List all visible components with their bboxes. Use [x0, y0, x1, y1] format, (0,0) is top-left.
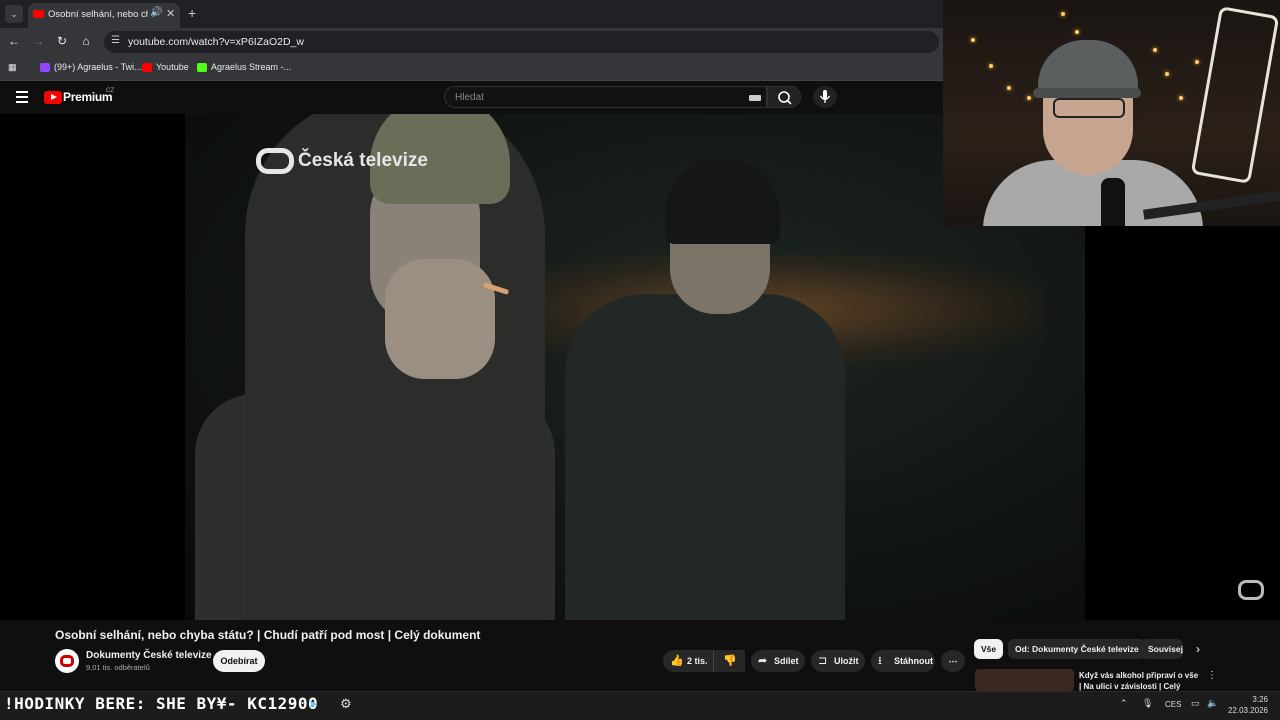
fairy-light	[1179, 96, 1183, 100]
search-icon	[778, 91, 792, 105]
speaker-icon[interactable]: 🔊	[150, 7, 162, 18]
bookmark-item[interactable]: Youtube	[142, 62, 189, 73]
chevron-right-icon[interactable]: ›	[1196, 642, 1200, 656]
site-info-icon[interactable]: ☰	[111, 35, 120, 46]
twitch-icon	[40, 63, 50, 73]
browser-tab-active[interactable]: Osobní selhání, nebo chyba státu? | Chud…	[28, 3, 180, 28]
share-icon: ➦	[758, 655, 768, 667]
network-icon[interactable]: ▭	[1191, 698, 1200, 709]
close-tab-icon[interactable]: ✕	[166, 7, 175, 20]
subscribe-button[interactable]: Odebírat	[213, 650, 265, 672]
steam-icon[interactable]: ➤	[308, 697, 318, 711]
bookmark-icon: ⊐	[818, 655, 828, 667]
channel-avatar[interactable]	[55, 649, 79, 673]
address-bar[interactable]: ☰ youtube.com/watch?v=xP6IZaO2D_w	[104, 31, 939, 53]
chair	[1190, 6, 1280, 184]
forward-icon[interactable]: →	[30, 34, 46, 48]
more-actions-button[interactable]: ⋯	[941, 650, 965, 672]
thumbs-up-icon: 👍	[670, 655, 684, 667]
download-icon: ⭳	[878, 655, 882, 667]
chip-all[interactable]: Vše	[974, 639, 1004, 659]
clock-date: 22.03.2026	[1227, 706, 1268, 715]
tray-chevron-icon[interactable]: ⌃	[1120, 698, 1128, 709]
youtube-logo-icon[interactable]	[44, 91, 62, 104]
fairy-light	[1027, 96, 1031, 100]
fairy-light	[1007, 86, 1011, 90]
fairy-light	[989, 64, 993, 68]
cap-brim	[1033, 88, 1141, 98]
bookmark-label: (99+) Agraelus - Twi...	[54, 62, 142, 72]
fairy-light	[1153, 48, 1157, 52]
more-vertical-icon[interactable]: ⋮	[1207, 670, 1217, 681]
fairy-light	[1195, 60, 1199, 64]
volume-icon[interactable]: 🔈	[1207, 698, 1218, 709]
app-icon[interactable]: ⚙	[340, 696, 352, 712]
video-title: Osobní selhání, nebo chyba státu? | Chud…	[55, 628, 481, 642]
system-clock[interactable]: 3:26 22.03.2026	[1222, 694, 1268, 716]
bookmarks-bar: ▦ (99+) Agraelus - Twi... Youtube Agrael…	[0, 56, 943, 81]
bookmark-item[interactable]: Agraelus Stream -...	[197, 62, 292, 73]
webcam-overlay	[943, 0, 1280, 226]
more-icon: ⋯	[948, 656, 958, 666]
recommended-thumbnail[interactable]	[975, 669, 1074, 691]
fairy-light	[1061, 12, 1065, 16]
save-button[interactable]: ⊐ Uložit	[811, 650, 865, 672]
broadcaster-logo: Česká televize	[256, 148, 428, 174]
new-tab-button[interactable]: +	[188, 5, 196, 21]
save-label: Uložit	[834, 656, 859, 666]
voice-search-button[interactable]	[813, 86, 837, 108]
premium-label[interactable]: Premium	[63, 90, 113, 104]
home-icon[interactable]: ⌂	[78, 34, 94, 48]
kick-icon	[197, 63, 207, 73]
youtube-favicon-icon	[33, 10, 44, 18]
fairy-light	[1075, 30, 1079, 34]
bookmark-label: Youtube	[156, 62, 189, 72]
tab-search-button[interactable]: ⌄	[5, 5, 23, 23]
tab-title: Osobní selhání, nebo chyba státu? | Chud…	[48, 9, 148, 20]
youtube-icon	[142, 63, 152, 73]
stream-ticker: !HODINKY BERE: SHE BY¥- KC12900	[4, 694, 319, 713]
browser-window-chrome: ⌄ Osobní selhání, nebo chyba státu? | Ch…	[0, 0, 943, 81]
person-right-hoodie	[565, 294, 845, 620]
tab-strip: ⌄ Osobní selhání, nebo chyba státu? | Ch…	[0, 0, 943, 28]
like-count: 2 tis.	[687, 656, 708, 666]
fairy-light	[1165, 72, 1169, 76]
language-indicator[interactable]: CES	[1165, 700, 1181, 709]
clock-time: 3:26	[1252, 695, 1268, 704]
chip-related[interactable]: Souvisej	[1141, 639, 1183, 659]
dislike-button[interactable]: 👎	[713, 650, 745, 672]
region-label: CZ	[106, 88, 114, 94]
search-button[interactable]	[767, 86, 801, 108]
person-right-beanie	[665, 159, 780, 244]
bookmark-item[interactable]: (99+) Agraelus - Twi...	[40, 62, 142, 73]
channel-name[interactable]: Dokumenty České televize	[86, 650, 212, 661]
download-label: Stáhnout	[894, 656, 933, 666]
ct-logo-icon	[256, 148, 294, 174]
menu-icon[interactable]	[16, 91, 28, 106]
thumbs-down-icon: 👎	[723, 655, 737, 667]
recommended-title[interactable]: Když vás alkohol připraví o vše | Na uli…	[1079, 670, 1201, 692]
keyboard-icon[interactable]	[749, 95, 761, 101]
bookmark-label: Agraelus Stream -...	[211, 62, 292, 72]
glasses	[1053, 98, 1125, 118]
chip-from-channel[interactable]: Od: Dokumenty České televize	[1008, 639, 1146, 659]
download-button[interactable]: ⭳ Stáhnout	[871, 650, 935, 672]
broadcaster-logo-text: Česká televize	[298, 150, 428, 171]
share-label: Sdílet	[774, 656, 799, 666]
url-text: youtube.com/watch?v=xP6IZaO2D_w	[128, 36, 304, 48]
reload-icon[interactable]: ↻	[54, 34, 70, 48]
share-button[interactable]: ➦ Sdílet	[751, 650, 805, 672]
streamer-cap	[1038, 40, 1138, 95]
tray-mic-icon[interactable]: 🎙	[1142, 698, 1153, 709]
ct-watermark-icon	[1238, 580, 1264, 600]
search-placeholder: Hledat	[455, 92, 484, 103]
subscriber-count: 9,01 tis. odběratelů	[86, 663, 150, 672]
back-icon[interactable]: ←	[6, 34, 22, 48]
studio-microphone	[1101, 178, 1125, 226]
search-input[interactable]: Hledat	[444, 86, 767, 108]
microphone-icon	[819, 90, 831, 103]
apps-grid-icon[interactable]: ▦	[8, 62, 17, 73]
fairy-light	[971, 38, 975, 42]
person-left-hand	[385, 259, 495, 379]
